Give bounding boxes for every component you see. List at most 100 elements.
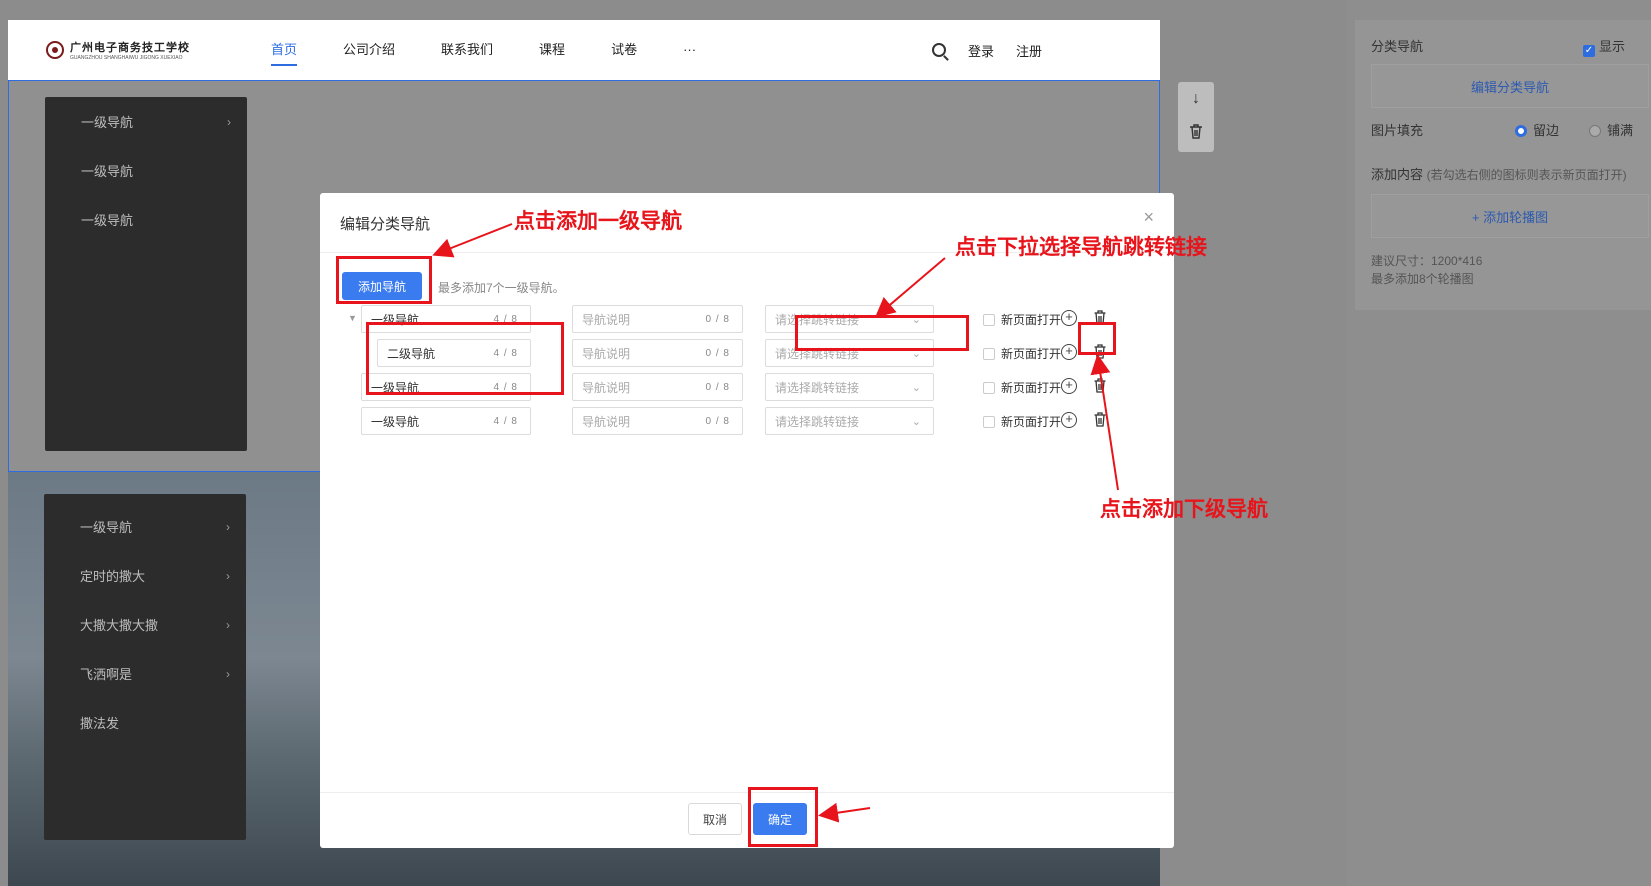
nav-desc-input[interactable]: 导航说明 0 / 8 xyxy=(572,373,743,401)
nav-name-input[interactable]: 一级导航 4 / 8 xyxy=(361,373,531,401)
nav-name-value: 一级导航 xyxy=(371,414,420,429)
annotation-select-link: 点击下拉选择导航跳转链接 xyxy=(955,234,1207,259)
new-page-label: 新页面打开 xyxy=(1001,415,1062,429)
add-nav-hint: 最多添加7个一级导航。 xyxy=(438,281,565,295)
delete-icon[interactable] xyxy=(1094,412,1106,427)
link-select[interactable]: 请选择跳转链接 ⌄ xyxy=(765,305,934,333)
new-page-checkbox[interactable]: 新页面打开 xyxy=(983,345,1061,362)
new-page-label: 新页面打开 xyxy=(1001,347,1062,361)
close-icon[interactable]: × xyxy=(1143,207,1154,228)
category-nav-item[interactable]: 一级导航 xyxy=(45,195,247,244)
add-content-hint: (若勾选右侧的图标则表示新页面打开) xyxy=(1426,168,1627,182)
link-select-placeholder: 请选择跳转链接 xyxy=(775,414,860,429)
search-icon[interactable] xyxy=(931,43,946,57)
radio-selected-icon[interactable] xyxy=(1515,125,1527,137)
new-page-checkbox[interactable]: 新页面打开 xyxy=(983,379,1061,396)
header-actions: 登录 注册 xyxy=(931,20,1042,80)
delete-icon[interactable] xyxy=(1094,310,1106,325)
category-nav-item[interactable]: 一级导航 xyxy=(45,146,247,195)
category-nav-item[interactable]: 一级导航 › xyxy=(45,97,247,146)
annotation-add-top-nav: 点击添加一级导航 xyxy=(514,208,682,233)
nav-desc-input[interactable]: 导航说明 0 / 8 xyxy=(572,305,743,333)
menu-item[interactable]: 联系我们 xyxy=(418,20,516,80)
edit-category-nav-button[interactable]: 编辑分类导航 xyxy=(1371,64,1649,108)
nav-desc-placeholder: 导航说明 xyxy=(582,414,631,429)
checkbox-checked-icon[interactable]: ✓ xyxy=(1583,45,1595,57)
delete-block-icon[interactable] xyxy=(1189,124,1203,144)
add-content-title: 添加内容 xyxy=(1371,167,1424,182)
show-toggle[interactable]: ✓ 显示 xyxy=(1583,36,1625,57)
char-count: 4 / 8 xyxy=(493,313,518,325)
nav-name-value: 一级导航 xyxy=(371,312,420,327)
checkbox-icon[interactable] xyxy=(983,381,995,394)
nav-desc-input[interactable]: 导航说明 0 / 8 xyxy=(572,407,743,435)
checkbox-icon[interactable] xyxy=(983,347,995,360)
site-header: 广州电子商务技工学校 GUANGZHOU SHANGHAIWU JIGONG X… xyxy=(8,20,1160,80)
link-select[interactable]: 请选择跳转链接 ⌄ xyxy=(765,339,934,367)
menu-item[interactable]: 公司介绍 xyxy=(320,20,418,80)
category-nav-item[interactable]: 大撒大撒大撒 › xyxy=(44,600,246,649)
checkbox-icon[interactable] xyxy=(983,313,995,326)
menu-item[interactable]: 试卷 xyxy=(588,20,660,80)
edit-category-nav-dialog: 编辑分类导航 × 添加导航 最多添加7个一级导航。 ▼ 一级导航 4 / 8 导航说明… xyxy=(320,193,1174,848)
menu-item[interactable]: ··· xyxy=(660,20,719,80)
top-nav-row: 一级导航 4 / 8 导航说明 0 / 8 请选择跳转链接 ⌄ 新页面打开 + xyxy=(320,373,1174,401)
nav-name-input[interactable]: 一级导航 4 / 8 xyxy=(361,407,531,435)
cancel-button[interactable]: 取消 xyxy=(688,803,742,835)
link-select-placeholder: 请选择跳转链接 xyxy=(775,312,860,327)
dialog-footer: 取消 确定 xyxy=(320,792,1174,848)
expand-arrow-icon[interactable]: ▼ xyxy=(348,313,357,323)
register-link[interactable]: 注册 xyxy=(1016,41,1042,60)
menu-item[interactable]: 首页 xyxy=(248,20,320,80)
settings-card: 分类导航 ✓ 显示 编辑分类导航 图片填充 留边 铺满 添加内容 (若勾选右侧的图… xyxy=(1355,20,1651,310)
category-nav-item[interactable]: 撒法发 xyxy=(44,698,246,747)
add-sub-nav-icon[interactable]: + xyxy=(1061,412,1077,428)
category-nav-item[interactable]: 一级导航 › xyxy=(44,502,246,551)
login-link[interactable]: 登录 xyxy=(968,41,994,60)
link-select-placeholder: 请选择跳转链接 xyxy=(775,346,860,361)
category-nav-label: 撒法发 xyxy=(80,716,120,731)
chevron-down-icon: ⌄ xyxy=(911,381,921,394)
section-label: 分类导航 xyxy=(1371,39,1424,54)
confirm-button[interactable]: 确定 xyxy=(753,803,807,835)
chevron-right-icon: › xyxy=(226,666,230,681)
school-logo: 广州电子商务技工学校 GUANGZHOU SHANGHAIWU JIGONG X… xyxy=(46,38,206,62)
fill-option-label: 留边 xyxy=(1533,123,1560,138)
delete-icon[interactable] xyxy=(1094,344,1106,359)
checkbox-icon[interactable] xyxy=(983,415,995,428)
nav-name-input[interactable]: 二级导航 4 / 8 xyxy=(377,339,531,367)
chevron-right-icon: › xyxy=(226,568,230,583)
category-nav-item[interactable]: 定时的撒大 › xyxy=(44,551,246,600)
new-page-checkbox[interactable]: 新页面打开 xyxy=(983,413,1061,430)
max-banner-hint: 最多添加8个轮播图 xyxy=(1371,272,1474,286)
category-nav-item[interactable]: 飞洒啊是 › xyxy=(44,649,246,698)
nav-name-value: 二级导航 xyxy=(387,346,436,361)
nav-name-value: 一级导航 xyxy=(371,380,420,395)
char-count: 4 / 8 xyxy=(493,347,518,359)
add-banner-button[interactable]: + 添加轮播图 xyxy=(1371,194,1649,238)
link-select[interactable]: 请选择跳转链接 ⌄ xyxy=(765,407,934,435)
move-down-icon[interactable]: ↓ xyxy=(1192,90,1200,108)
nav-desc-placeholder: 导航说明 xyxy=(582,312,631,327)
nav-name-input[interactable]: 一级导航 4 / 8 xyxy=(361,305,531,333)
fill-option-cover[interactable]: 铺满 xyxy=(1589,120,1633,139)
new-page-checkbox[interactable]: 新页面打开 xyxy=(983,311,1061,328)
add-sub-nav-icon[interactable]: + xyxy=(1061,310,1077,326)
add-sub-nav-icon[interactable]: + xyxy=(1061,378,1077,394)
school-emblem-icon xyxy=(46,41,64,59)
delete-icon[interactable] xyxy=(1094,378,1106,393)
chevron-down-icon: ⌄ xyxy=(911,347,921,360)
char-count: 0 / 8 xyxy=(705,381,730,393)
link-select[interactable]: 请选择跳转链接 ⌄ xyxy=(765,373,934,401)
add-sub-nav-icon[interactable]: + xyxy=(1061,344,1077,360)
nav-desc-input[interactable]: 导航说明 0 / 8 xyxy=(572,339,743,367)
menu-item[interactable]: 课程 xyxy=(516,20,588,80)
radio-icon[interactable] xyxy=(1589,125,1601,137)
block-toolbar: ↓ xyxy=(1178,82,1214,152)
add-nav-button[interactable]: 添加导航 xyxy=(342,272,422,300)
fill-option-margin[interactable]: 留边 xyxy=(1515,120,1559,139)
size-hint: 建议尺寸：1200*416 xyxy=(1371,254,1483,268)
site-menu: 首页 公司介绍 联系我们 课程 试卷 ··· xyxy=(248,20,719,80)
logo-text: 广州电子商务技工学校 xyxy=(70,42,190,54)
chevron-down-icon: ⌄ xyxy=(911,415,921,428)
